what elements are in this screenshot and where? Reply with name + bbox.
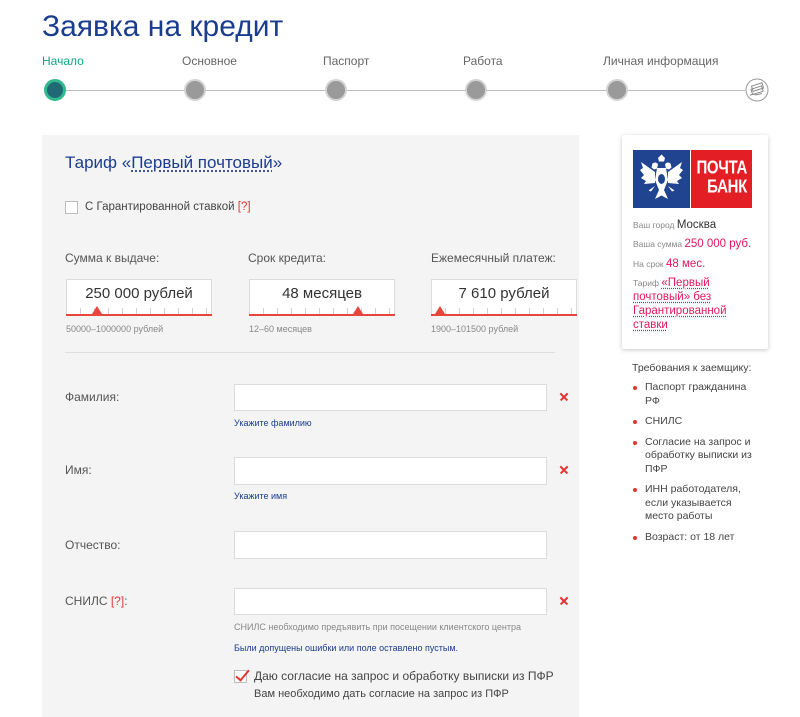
list-item: Согласие на запрос и обработку выписки и… — [632, 436, 757, 477]
close-icon — [558, 463, 570, 477]
list-item: ИНН работодателя, если указывается место… — [632, 483, 757, 524]
pfr-consent-label[interactable]: Даю согласие на запрос и обработку выпис… — [254, 669, 554, 683]
summary-amount-value: 250 000 руб. — [684, 238, 752, 250]
name-hint: Укажите имя — [234, 491, 288, 501]
loan-summary-card: ПОЧТА БАНК Ваш город Москва Ваша сумма 2… — [622, 135, 768, 349]
name-input[interactable] — [234, 457, 547, 485]
monthly-payment-slider[interactable]: 7 610 рублей — [431, 279, 577, 316]
step-dot-start — [44, 79, 66, 101]
step-label-personal-info: Личная информация — [603, 54, 719, 68]
list-item: Паспорт гражданина РФ — [632, 381, 757, 408]
page-title: Заявка на кредит — [42, 10, 284, 43]
slider-thumb-icon[interactable] — [353, 306, 363, 314]
loan-amount-value[interactable]: 250 000 рублей — [67, 280, 211, 307]
loan-term-value[interactable]: 48 месяцев — [250, 280, 394, 307]
step-label-main: Основное — [182, 54, 237, 68]
summary-city-label: Ваш город — [633, 220, 675, 230]
loan-amount-slider[interactable]: 250 000 рублей — [66, 279, 212, 316]
logo-text-line-1: ПОЧТА — [696, 157, 747, 179]
snils-help-link[interactable]: [?] — [111, 594, 124, 608]
money-icon — [745, 78, 769, 102]
slider-rail[interactable] — [249, 314, 395, 316]
pfr-consent-note: Вам необходимо дать согласие на запрос и… — [254, 688, 509, 700]
monthly-payment-value[interactable]: 7 610 рублей — [432, 280, 576, 307]
step-dot-main — [184, 79, 206, 101]
snils-label-colon: : — [124, 594, 128, 608]
summary-tariff: Тариф «Первый почтовый» без Гарантирован… — [633, 276, 760, 332]
step-dot-work — [465, 79, 487, 101]
list-item: СНИЛС — [632, 415, 757, 429]
patronymic-input[interactable] — [234, 531, 547, 559]
surname-hint: Укажите фамилию — [234, 418, 312, 428]
loan-term-range: 12–60 месяцев — [249, 324, 312, 334]
summary-amount-label: Ваша сумма — [633, 239, 683, 249]
slider-thumb-icon[interactable] — [435, 306, 446, 314]
name-label: Имя: — [65, 463, 92, 477]
snils-error-message: Были допущены ошибки или поле оставлено … — [234, 643, 459, 653]
slider-thumb-icon[interactable] — [92, 306, 103, 314]
snils-input[interactable] — [234, 588, 547, 615]
slider-rail[interactable] — [431, 314, 577, 316]
loan-amount-label: Сумма к выдаче: — [65, 251, 160, 265]
snils-note: СНИЛС необходимо предъявить при посещени… — [234, 622, 521, 632]
guaranteed-rate-label-text[interactable]: С Гарантированной ставкой — [85, 201, 235, 213]
section-divider — [65, 352, 555, 353]
requirements-title: Требования к заемщику: — [632, 362, 752, 374]
requirements-list: Паспорт гражданина РФ СНИЛС Согласие на … — [632, 381, 768, 551]
tariff-title-suffix: » — [272, 153, 283, 172]
slider-rail[interactable] — [66, 314, 212, 316]
surname-input[interactable] — [234, 384, 547, 411]
summary-city-value: Москва — [676, 219, 717, 231]
close-icon — [558, 594, 570, 608]
summary-term: На срок 48 мес. — [633, 257, 705, 271]
pfr-consent-checkbox[interactable] — [234, 670, 247, 683]
summary-amount: Ваша сумма 250 000 руб. — [633, 237, 751, 251]
summary-term-label: На срок — [633, 259, 664, 269]
close-icon — [558, 390, 570, 404]
step-label-passport: Паспорт — [323, 54, 370, 68]
snils-label: СНИЛС [?]: — [65, 594, 128, 608]
tariff-title-prefix: Тариф « — [65, 153, 132, 172]
summary-term-value: 48 мес. — [666, 258, 706, 270]
guaranteed-rate-help-link[interactable]: [?] — [238, 201, 251, 213]
step-label-start: Начало — [42, 54, 84, 68]
loan-term-label: Срок кредита: — [248, 251, 327, 265]
monthly-payment-label: Ежемесячный платеж: — [431, 251, 556, 265]
patronymic-label: Отчество: — [65, 538, 121, 552]
progress-line — [55, 90, 745, 91]
list-item: Возраст: от 18 лет — [632, 531, 757, 545]
guaranteed-rate-checkbox[interactable] — [65, 201, 78, 214]
logo-text-line-2: БАНК — [707, 176, 747, 198]
double-headed-eagle-icon — [633, 150, 690, 208]
guaranteed-rate-label[interactable]: С Гарантированной ставкой [?] — [85, 200, 251, 214]
step-label-work: Работа — [463, 54, 503, 68]
summary-city: Ваш город Москва — [633, 218, 716, 232]
loan-amount-range: 50000–1000000 рублей — [66, 324, 164, 334]
summary-tariff-label: Тариф — [633, 278, 660, 288]
step-dot-passport — [325, 79, 347, 101]
surname-label: Фамилия: — [65, 390, 120, 404]
tariff-title: Тариф «Первый почтовый» — [65, 152, 282, 174]
monthly-payment-range: 1900–101500 рублей — [431, 324, 519, 334]
step-dot-personal-info — [606, 79, 628, 101]
loan-term-slider[interactable]: 48 месяцев — [249, 279, 395, 316]
tariff-name-link[interactable]: Первый почтовый — [131, 153, 273, 172]
bank-logo: ПОЧТА БАНК — [691, 150, 752, 208]
snils-label-text: СНИЛС — [65, 594, 108, 608]
